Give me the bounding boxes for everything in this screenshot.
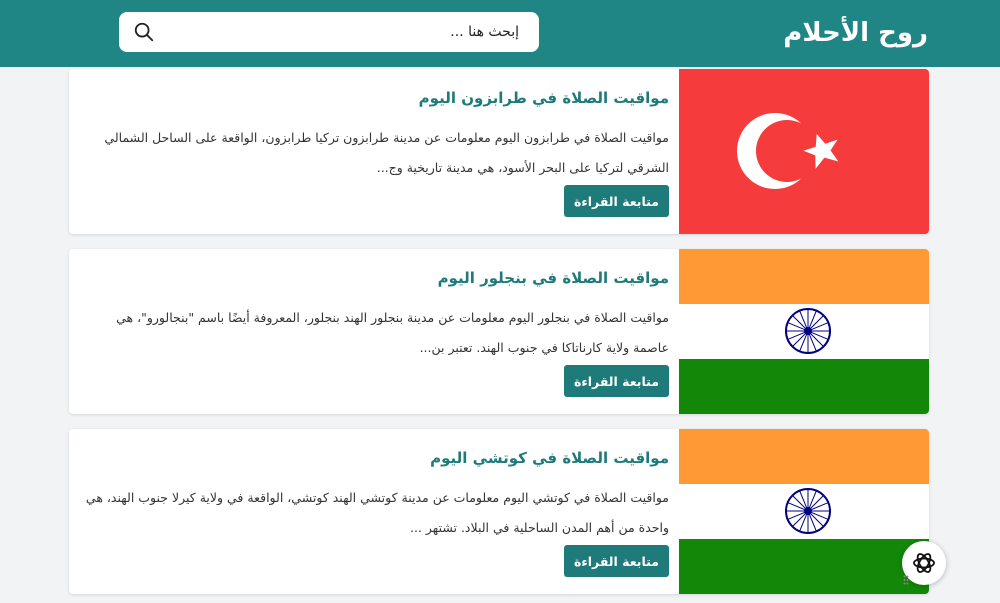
turkey-flag-image: [679, 69, 929, 234]
post-card: مواقيت الصلاة في بنجلور اليوم مواقيت الص…: [69, 249, 929, 414]
post-card: مواقيت الصلاة في كوتشي اليوم مواقيت الصل…: [69, 429, 929, 594]
post-body: مواقيت الصلاة في كوتشي اليوم مواقيت الصل…: [79, 429, 669, 594]
post-card: مواقيت الصلاة في طرابزون اليوم مواقيت ال…: [69, 69, 929, 234]
search-icon[interactable]: [133, 21, 155, 43]
post-thumbnail-india-flag[interactable]: [679, 249, 929, 414]
site-header: روح الأحلام: [0, 0, 1000, 67]
post-title-link[interactable]: مواقيت الصلاة في كوتشي اليوم: [430, 449, 669, 467]
assistant-knot-icon: [913, 553, 935, 573]
post-title-link[interactable]: مواقيت الصلاة في طرابزون اليوم: [419, 89, 669, 107]
post-thumbnail-india-flag[interactable]: [679, 429, 929, 594]
post-title-link[interactable]: مواقيت الصلاة في بنجلور اليوم: [438, 269, 669, 287]
drag-handle-icon[interactable]: [903, 575, 909, 585]
read-more-button[interactable]: متابعة القراءة: [564, 545, 669, 577]
read-more-button[interactable]: متابعة القراءة: [564, 185, 669, 217]
post-excerpt: مواقيت الصلاة في طرابزون اليوم معلومات ع…: [104, 130, 669, 175]
india-flag-image: [679, 429, 929, 594]
search-input[interactable]: [163, 12, 523, 52]
post-thumbnail-turkey-flag[interactable]: [679, 69, 929, 234]
post-excerpt: مواقيت الصلاة في بنجلور اليوم معلومات عن…: [116, 310, 669, 355]
search-box: [119, 12, 539, 52]
site-logo[interactable]: روح الأحلام: [783, 14, 928, 52]
india-flag-image: [679, 249, 929, 414]
post-excerpt: مواقيت الصلاة في كوتشي اليوم معلومات عن …: [85, 490, 669, 535]
read-more-button[interactable]: متابعة القراءة: [564, 365, 669, 397]
post-body: مواقيت الصلاة في بنجلور اليوم مواقيت الص…: [79, 249, 669, 414]
post-body: مواقيت الصلاة في طرابزون اليوم مواقيت ال…: [79, 69, 669, 234]
